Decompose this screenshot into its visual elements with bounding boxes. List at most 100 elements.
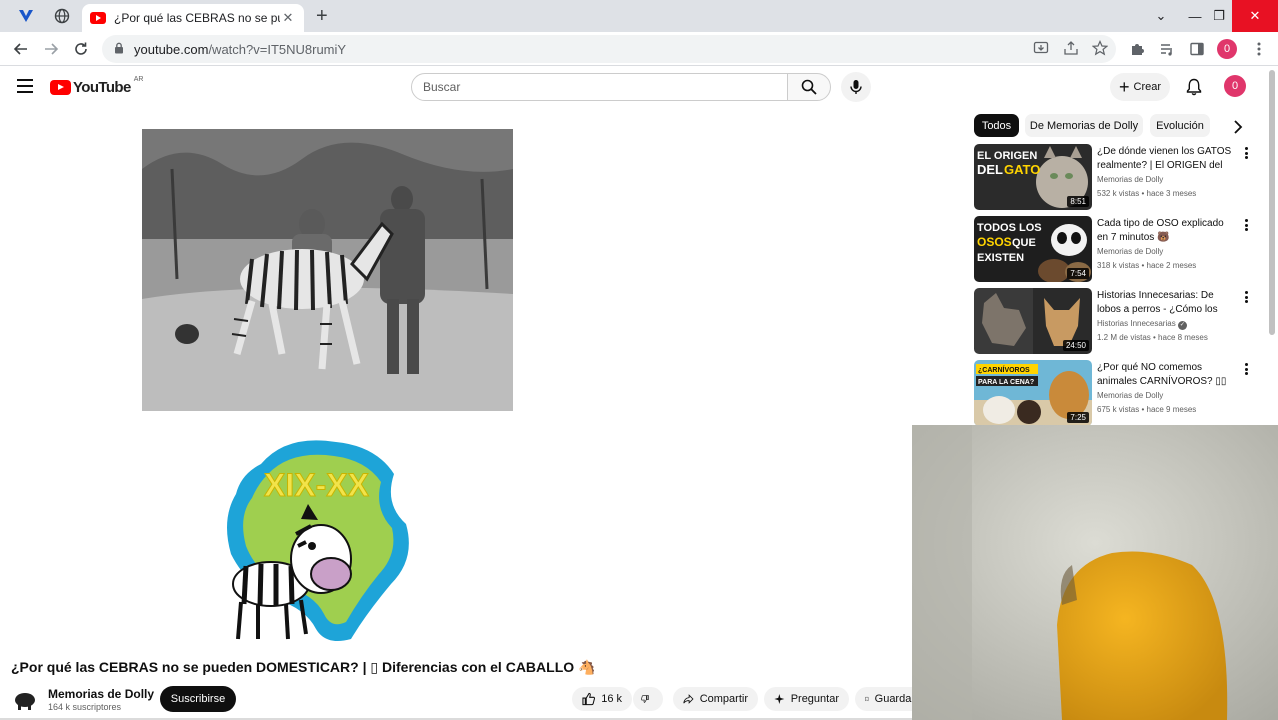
install-icon[interactable] xyxy=(1031,38,1051,58)
save-label: Guardar xyxy=(874,693,915,705)
chip-from-channel[interactable]: De Memorias de Dolly xyxy=(1025,114,1143,137)
logo-art-text: XIX-XX xyxy=(264,467,370,503)
search-icon xyxy=(801,79,817,95)
arrow-left-icon xyxy=(13,43,27,55)
rec-channel[interactable]: Memorias de Dolly xyxy=(1097,175,1163,184)
video-thumbnail[interactable]: ¿CARNÍVOROS PARA LA CENA? 7:25 xyxy=(974,360,1092,426)
youtube-logo[interactable]: YouTube AR xyxy=(50,76,143,96)
subscribe-button[interactable]: Suscribirse xyxy=(160,686,236,712)
pinned-tab-globe[interactable] xyxy=(50,6,74,26)
thumbs-up-icon xyxy=(582,692,596,706)
video-thumbnail[interactable]: EL ORIGEN DEL GATO 8:51 xyxy=(974,144,1092,210)
thumb-text-line-1: ¿CARNÍVOROS xyxy=(978,365,1030,374)
more-actions-kebab-icon[interactable] xyxy=(1242,218,1250,232)
back-button[interactable] xyxy=(10,39,32,59)
rec-meta: 675 k vistas • hace 9 meses xyxy=(1097,405,1197,414)
share-button[interactable]: Compartir xyxy=(673,687,758,711)
forward-button[interactable] xyxy=(40,39,62,59)
share-arrow-icon xyxy=(683,694,694,704)
account-avatar[interactable]: 0 xyxy=(1224,75,1246,97)
sparkle-icon xyxy=(774,694,785,704)
rec-title[interactable]: Historias Innecesarias: De lobos a perro… xyxy=(1097,289,1237,317)
share-page-icon[interactable] xyxy=(1061,38,1081,58)
rec-channel[interactable]: Memorias de Dolly xyxy=(1097,391,1163,400)
recommendation-item[interactable]: ¿CARNÍVOROS PARA LA CENA? 7:25 ¿Por qué … xyxy=(974,360,1264,426)
webcam-overlay xyxy=(912,425,1278,720)
youtube-header: YouTube AR Buscar + Crear 0 xyxy=(0,67,1278,107)
video-title: ¿Por qué las CEBRAS no se pueden DOMESTI… xyxy=(11,659,596,675)
address-bar[interactable]: youtube.com/watch?v=IT5NU8rumiY xyxy=(102,35,1116,63)
close-window-button[interactable]: ✕ xyxy=(1232,0,1278,32)
rec-title[interactable]: ¿De dónde vienen los GATOS realmente? | … xyxy=(1097,145,1237,173)
webcam-feed-image xyxy=(912,425,1278,720)
page-scrollbar[interactable] xyxy=(1269,70,1275,335)
channel-name[interactable]: Memorias de Dolly xyxy=(48,687,154,701)
browser-toolbar: youtube.com/watch?v=IT5NU8rumiY 0 xyxy=(0,32,1278,66)
bookmark-icon xyxy=(865,696,869,702)
side-panel-icon[interactable] xyxy=(1187,39,1207,59)
chip-evolution[interactable]: Evolución xyxy=(1150,114,1210,137)
extensions-puzzle-icon[interactable] xyxy=(1127,39,1147,59)
create-label: Crear xyxy=(1133,81,1162,93)
thumb-text-line-2: DEL xyxy=(977,162,1003,177)
media-queue-icon[interactable] xyxy=(1157,39,1177,59)
search-input[interactable]: Buscar xyxy=(411,73,788,101)
rec-channel[interactable]: Memorias de Dolly xyxy=(1097,247,1163,256)
reload-button[interactable] xyxy=(70,39,92,59)
tab-title: ¿Por qué las CEBRAS no se pueden xyxy=(114,11,280,25)
pinned-tab-vivaldi[interactable] xyxy=(14,6,38,26)
video-frame-image xyxy=(142,129,513,411)
rec-title[interactable]: ¿Por qué NO comemos animales CARNÍVOROS?… xyxy=(1097,361,1237,389)
browser-profile-avatar[interactable]: 0 xyxy=(1217,39,1237,59)
zebra-avatar-icon xyxy=(15,693,35,710)
video-duration: 7:54 xyxy=(1067,268,1089,279)
microphone-icon xyxy=(850,80,862,94)
recommendation-item[interactable]: 24:50 Historias Innecesarias: De lobos a… xyxy=(974,288,1264,354)
more-actions-kebab-icon[interactable] xyxy=(1242,290,1250,304)
thumbs-down-icon xyxy=(641,695,649,703)
youtube-wordmark: YouTube xyxy=(73,79,131,96)
youtube-favicon-icon xyxy=(90,12,106,24)
chip-all[interactable]: Todos xyxy=(974,114,1019,137)
guide-menu-icon[interactable] xyxy=(17,79,33,93)
thumb-text-line-2: OSOS xyxy=(977,235,1012,249)
video-thumbnail[interactable]: TODOS LOS OSOS QUE EXISTEN 7:54 xyxy=(974,216,1092,282)
youtube-play-icon xyxy=(50,80,71,95)
more-actions-kebab-icon[interactable] xyxy=(1242,362,1250,376)
url-host: youtube.com xyxy=(134,41,209,57)
recommendation-item[interactable]: TODOS LOS OSOS QUE EXISTEN 7:54 Cada tip… xyxy=(974,216,1264,282)
active-tab[interactable]: ¿Por qué las CEBRAS no se pueden ✕ xyxy=(82,4,304,32)
channel-avatar[interactable] xyxy=(13,688,37,712)
thumb-text-line-1: EL ORIGEN xyxy=(977,150,1037,162)
thumb-text-line-3: QUE xyxy=(1012,237,1036,249)
tab-close-icon[interactable]: ✕ xyxy=(280,10,296,26)
ask-label: Preguntar xyxy=(790,693,839,705)
ask-button[interactable]: Preguntar xyxy=(764,687,849,711)
video-player[interactable] xyxy=(142,129,513,411)
browser-menu-kebab-icon[interactable] xyxy=(1249,39,1269,59)
voice-search-button[interactable] xyxy=(841,72,871,102)
rec-title[interactable]: Cada tipo de OSO explicado en 7 minutos … xyxy=(1097,217,1237,245)
notifications-bell-icon[interactable] xyxy=(1184,77,1204,97)
like-button[interactable]: 16 k xyxy=(572,687,632,711)
like-count: 16 k xyxy=(601,693,622,705)
video-duration: 24:50 xyxy=(1062,340,1089,351)
more-actions-kebab-icon[interactable] xyxy=(1242,146,1250,160)
lock-icon xyxy=(114,42,124,57)
dislike-button[interactable] xyxy=(633,687,663,711)
rec-meta: 1.2 M de vistas • hace 8 meses xyxy=(1097,333,1208,342)
rec-meta: 318 k vistas • hace 2 meses xyxy=(1097,261,1197,270)
search-button[interactable] xyxy=(787,73,831,101)
reload-icon xyxy=(75,42,87,55)
thumb-text-line-1: TODOS LOS xyxy=(977,222,1042,234)
rec-channel[interactable]: Historias Innecesarias ✓ xyxy=(1097,319,1187,330)
bookmark-star-icon[interactable] xyxy=(1090,38,1110,58)
video-thumbnail[interactable]: 24:50 xyxy=(974,288,1092,354)
video-duration: 8:51 xyxy=(1067,196,1089,207)
chevron-right-icon[interactable] xyxy=(1230,119,1246,135)
new-tab-button[interactable]: + xyxy=(316,5,328,28)
arrow-right-icon xyxy=(45,43,59,55)
video-duration: 7:25 xyxy=(1067,412,1089,423)
create-button[interactable]: + Crear xyxy=(1110,73,1170,101)
recommendation-item[interactable]: EL ORIGEN DEL GATO 8:51 ¿De dónde vienen… xyxy=(974,144,1264,210)
